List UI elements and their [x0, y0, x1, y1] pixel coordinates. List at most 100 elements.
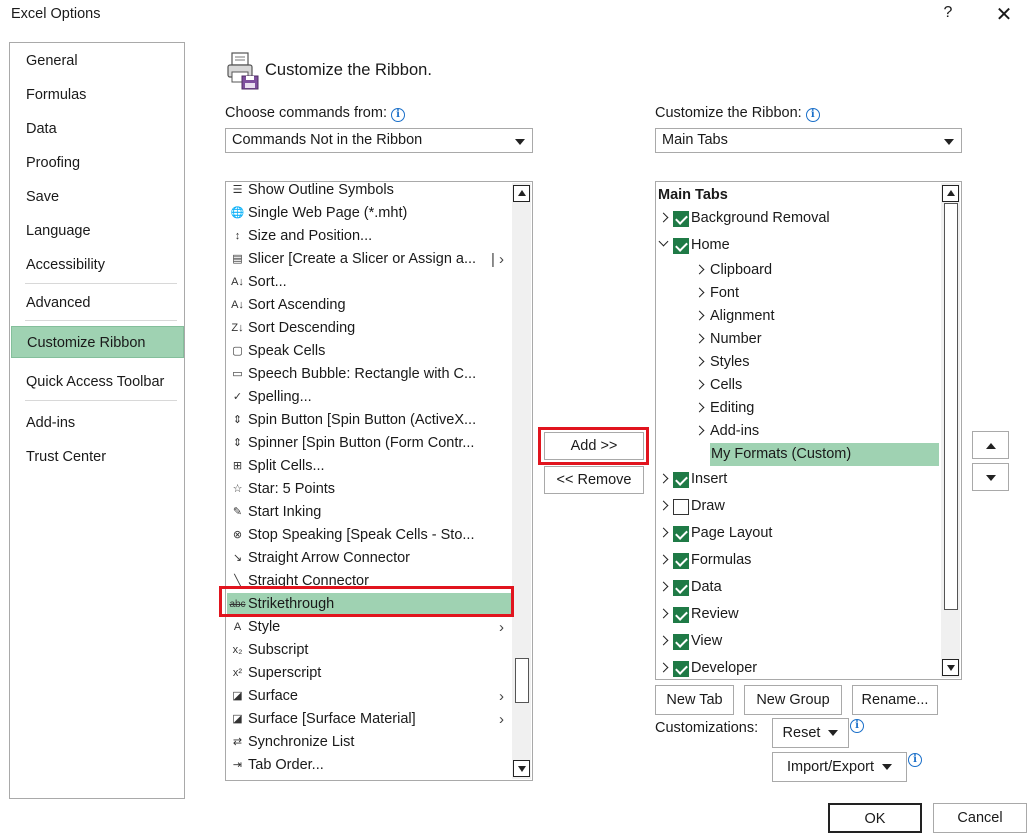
cancel-button[interactable]: Cancel	[933, 803, 1027, 833]
ribbon-tab-node[interactable]: Formulas	[656, 549, 941, 572]
chevron-right-icon[interactable]	[658, 608, 669, 619]
tab-checkbox[interactable]	[673, 553, 689, 569]
info-icon[interactable]: i	[850, 719, 864, 733]
tab-checkbox[interactable]	[673, 472, 689, 488]
ribbon-tab-node[interactable]: Review	[656, 603, 941, 626]
tab-checkbox[interactable]	[673, 499, 689, 515]
ribbon-tab-node[interactable]: View	[656, 630, 941, 653]
info-icon[interactable]: i	[805, 108, 820, 122]
ribbon-tab-node[interactable]: Page Layout	[656, 522, 941, 545]
help-button[interactable]: ?	[938, 4, 958, 26]
tab-checkbox[interactable]	[673, 661, 689, 677]
ribbon-tree-scrollbar[interactable]	[941, 183, 960, 678]
command-item[interactable]: x₂ Subscript	[227, 639, 512, 662]
nav-item-customize-ribbon[interactable]: Customize Ribbon	[11, 326, 184, 358]
chevron-right-icon[interactable]	[658, 581, 669, 592]
scroll-up-button[interactable]	[942, 185, 959, 202]
command-item[interactable]: ◪ Surface ›	[227, 685, 512, 708]
tab-checkbox[interactable]	[673, 634, 689, 650]
ribbon-group-node[interactable]: Font	[656, 282, 941, 305]
commands-list[interactable]: ☰ Show Outline Symbols 🌐 Single Web Page (*…	[225, 181, 533, 781]
command-item[interactable]: ⊗ Stop Speaking [Speak Cells - Sto...	[227, 524, 512, 547]
remove-button[interactable]: << Remove	[544, 466, 644, 494]
close-button[interactable]: ✕	[990, 2, 1018, 28]
ribbon-tabs-tree[interactable]: Main Tabs Background Removal Home Clipboar…	[655, 181, 962, 680]
rename-button[interactable]: Rename...	[852, 685, 938, 715]
command-item[interactable]: ⇕ Spinner [Spin Button (Form Contr...	[227, 432, 512, 455]
scroll-down-button[interactable]	[513, 760, 530, 777]
ribbon-group-node[interactable]: Cells	[656, 374, 941, 397]
scroll-thumb[interactable]	[944, 203, 958, 610]
new-group-button[interactable]: New Group	[744, 685, 842, 715]
nav-item-accessibility[interactable]: Accessibility	[11, 249, 183, 281]
command-item[interactable]: A↓ Sort...	[227, 271, 512, 294]
chevron-right-icon[interactable]	[694, 402, 705, 413]
customize-ribbon-select[interactable]: Main Tabs	[655, 128, 962, 153]
command-item[interactable]: ⇥ Tab Order...	[227, 754, 512, 777]
chevron-right-icon[interactable]	[694, 379, 705, 390]
ribbon-group-node[interactable]: Number	[656, 328, 941, 351]
command-item[interactable]: Z↓ Sort Descending	[227, 317, 512, 340]
chevron-right-icon[interactable]	[658, 554, 669, 565]
ribbon-group-node[interactable]: Add-ins	[656, 420, 941, 443]
ok-button[interactable]: OK	[828, 803, 922, 833]
info-icon[interactable]: i	[908, 753, 922, 767]
command-item[interactable]: ▢ Speak Cells	[227, 340, 512, 363]
move-down-button[interactable]	[972, 463, 1009, 491]
chevron-right-icon[interactable]	[658, 635, 669, 646]
tab-checkbox[interactable]	[673, 238, 689, 254]
ribbon-tab-node[interactable]: Home	[656, 234, 941, 257]
import-export-dropdown[interactable]: Import/Export	[772, 752, 907, 782]
command-item[interactable]: ↕ Size and Position...	[227, 225, 512, 248]
command-item[interactable]: ☰ Show Outline Symbols	[227, 182, 512, 202]
chevron-right-icon[interactable]	[658, 662, 669, 673]
command-item[interactable]: ⊞ Split Cells...	[227, 455, 512, 478]
scroll-down-button[interactable]	[942, 659, 959, 676]
chevron-right-icon[interactable]	[694, 287, 705, 298]
ribbon-tab-node[interactable]: Data	[656, 576, 941, 599]
ribbon-tab-node[interactable]: Background Removal	[656, 207, 941, 230]
move-up-button[interactable]	[972, 431, 1009, 459]
nav-item-language[interactable]: Language	[11, 215, 183, 247]
command-item[interactable]: ▤ Slicer [Create a Slicer or Assign a... |…	[227, 248, 512, 271]
ribbon-tab-node[interactable]: Draw	[656, 495, 941, 518]
nav-item-quick-access-toolbar[interactable]: Quick Access Toolbar	[11, 366, 183, 398]
chevron-right-icon[interactable]	[658, 212, 669, 223]
nav-item-proofing[interactable]: Proofing	[11, 147, 183, 179]
ribbon-tab-node[interactable]: Developer	[656, 657, 941, 679]
reset-dropdown[interactable]: Reset	[772, 718, 849, 748]
info-icon[interactable]: i	[391, 108, 406, 122]
commands-list-scrollbar[interactable]	[512, 183, 531, 779]
command-item[interactable]: 🌐 Single Web Page (*.mht)	[227, 202, 512, 225]
command-item[interactable]: ✓ Spelling...	[227, 386, 512, 409]
choose-commands-select[interactable]: Commands Not in the Ribbon	[225, 128, 533, 153]
ribbon-group-node[interactable]: Editing	[656, 397, 941, 420]
nav-item-trust-center[interactable]: Trust Center	[11, 441, 183, 473]
command-item[interactable]: ⇄ Synchronize List	[227, 731, 512, 754]
ribbon-group-node[interactable]: Alignment	[656, 305, 941, 328]
chevron-right-icon[interactable]	[694, 310, 705, 321]
command-item[interactable]: A↓ Sort Ascending	[227, 294, 512, 317]
command-item[interactable]: ☆ Star: 5 Points	[227, 478, 512, 501]
ribbon-tab-node[interactable]: Insert	[656, 468, 941, 491]
nav-item-data[interactable]: Data	[11, 113, 183, 145]
scroll-up-button[interactable]	[513, 185, 530, 202]
tab-checkbox[interactable]	[673, 526, 689, 542]
ribbon-group-node[interactable]: Clipboard	[656, 259, 941, 282]
chevron-right-icon[interactable]	[694, 264, 705, 275]
command-item[interactable]: ◪ Surface [Surface Material] ›	[227, 708, 512, 731]
chevron-right-icon[interactable]	[658, 527, 669, 538]
chevron-right-icon[interactable]	[694, 356, 705, 367]
command-item[interactable]: A Style ›	[227, 616, 512, 639]
chevron-right-icon[interactable]	[658, 500, 669, 511]
tab-checkbox[interactable]	[673, 211, 689, 227]
chevron-down-icon[interactable]	[658, 236, 669, 247]
chevron-right-icon[interactable]	[694, 425, 705, 436]
chevron-right-icon[interactable]	[694, 333, 705, 344]
nav-item-add-ins[interactable]: Add-ins	[11, 407, 183, 439]
scroll-thumb[interactable]	[515, 658, 529, 703]
nav-item-advanced[interactable]: Advanced	[11, 287, 183, 319]
ribbon-group-node[interactable]: Styles	[656, 351, 941, 374]
chevron-right-icon[interactable]	[658, 473, 669, 484]
nav-item-formulas[interactable]: Formulas	[11, 79, 183, 111]
